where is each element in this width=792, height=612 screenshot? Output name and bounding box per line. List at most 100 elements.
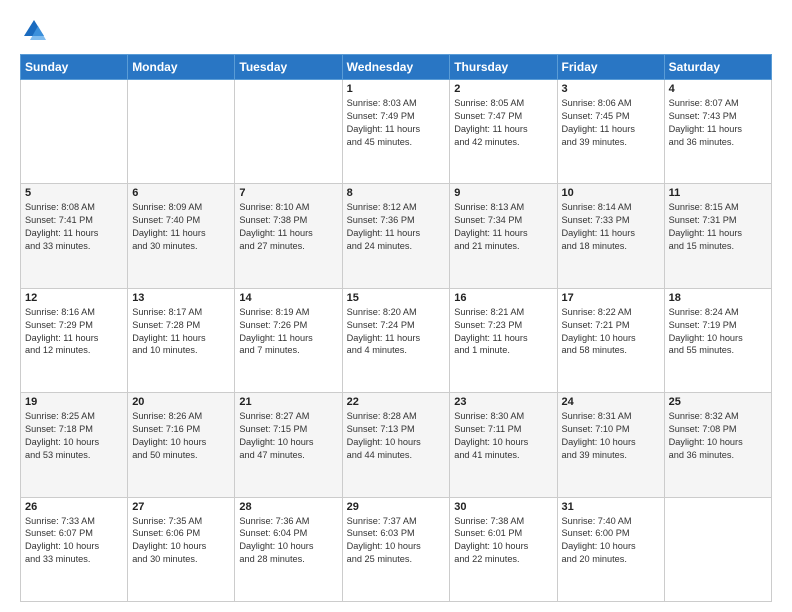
day-info: Sunrise: 8:03 AM Sunset: 7:49 PM Dayligh…: [347, 97, 446, 149]
calendar-cell: 30Sunrise: 7:38 AM Sunset: 6:01 PM Dayli…: [450, 497, 557, 601]
day-info: Sunrise: 7:40 AM Sunset: 6:00 PM Dayligh…: [562, 515, 660, 567]
day-info: Sunrise: 8:10 AM Sunset: 7:38 PM Dayligh…: [239, 201, 337, 253]
calendar-cell: 19 Sunrise: 8:25 AM Sunset: 7:18 PM Dayli…: [21, 393, 128, 497]
weekday-header-tuesday: Tuesday: [235, 55, 342, 80]
day-number: 29: [347, 501, 446, 513]
day-number: 20: [132, 396, 230, 408]
day-info: Sunrise: 8:25 AM Sunset: 7:18 PM Dayligh…: [25, 410, 123, 462]
calendar-cell: 24Sunrise: 8:31 AM Sunset: 7:10 PM Dayli…: [557, 393, 664, 497]
day-number: 5: [25, 187, 123, 199]
logo: [20, 16, 52, 44]
day-number: 23: [454, 396, 552, 408]
day-info: Sunrise: 7:37 AM Sunset: 6:03 PM Dayligh…: [347, 515, 446, 567]
day-info: Sunrise: 8:21 AM Sunset: 7:23 PM Dayligh…: [454, 306, 552, 358]
weekday-header-friday: Friday: [557, 55, 664, 80]
calendar-table: SundayMondayTuesdayWednesdayThursdayFrid…: [20, 54, 772, 602]
calendar-cell: 14 Sunrise: 8:19 AM Sunset: 7:26 PM Dayli…: [235, 288, 342, 392]
day-info: Sunrise: 8:09 AM Sunset: 7:40 PM Dayligh…: [132, 201, 230, 253]
day-info: Sunrise: 8:16 AM Sunset: 7:29 PM Dayligh…: [25, 306, 123, 358]
calendar-cell: 22 Sunrise: 8:28 AM Sunset: 7:13 PM Dayli…: [342, 393, 450, 497]
day-number: 8: [347, 187, 446, 199]
day-info: Sunrise: 8:22 AM Sunset: 7:21 PM Dayligh…: [562, 306, 660, 358]
calendar-cell: [235, 80, 342, 184]
day-number: 10: [562, 187, 660, 199]
calendar-cell: 21 Sunrise: 8:27 AM Sunset: 7:15 PM Dayli…: [235, 393, 342, 497]
calendar-cell: 28 Sunrise: 7:36 AM Sunset: 6:04 PM Dayli…: [235, 497, 342, 601]
day-number: 22: [347, 396, 446, 408]
day-info: Sunrise: 8:30 AM Sunset: 7:11 PM Dayligh…: [454, 410, 552, 462]
calendar-cell: 13 Sunrise: 8:17 AM Sunset: 7:28 PM Dayli…: [128, 288, 235, 392]
day-number: 6: [132, 187, 230, 199]
calendar-week-2: 5 Sunrise: 8:08 AM Sunset: 7:41 PM Daylig…: [21, 184, 772, 288]
day-number: 14: [239, 292, 337, 304]
weekday-header-saturday: Saturday: [664, 55, 771, 80]
calendar-cell: 15 Sunrise: 8:20 AM Sunset: 7:24 PM Dayli…: [342, 288, 450, 392]
day-number: 17: [562, 292, 660, 304]
day-number: 21: [239, 396, 337, 408]
day-info: Sunrise: 8:06 AM Sunset: 7:45 PM Dayligh…: [562, 97, 660, 149]
calendar-cell: 18Sunrise: 8:24 AM Sunset: 7:19 PM Dayli…: [664, 288, 771, 392]
calendar-cell: 1 Sunrise: 8:03 AM Sunset: 7:49 PM Daylig…: [342, 80, 450, 184]
day-info: Sunrise: 7:36 AM Sunset: 6:04 PM Dayligh…: [239, 515, 337, 567]
day-info: Sunrise: 8:05 AM Sunset: 7:47 PM Dayligh…: [454, 97, 552, 149]
day-number: 31: [562, 501, 660, 513]
calendar-cell: 23 Sunrise: 8:30 AM Sunset: 7:11 PM Dayli…: [450, 393, 557, 497]
logo-icon: [20, 16, 48, 44]
calendar-cell: 10Sunrise: 8:14 AM Sunset: 7:33 PM Dayli…: [557, 184, 664, 288]
calendar-cell: 27 Sunrise: 7:35 AM Sunset: 6:06 PM Dayli…: [128, 497, 235, 601]
day-info: Sunrise: 8:31 AM Sunset: 7:10 PM Dayligh…: [562, 410, 660, 462]
weekday-header-monday: Monday: [128, 55, 235, 80]
day-number: 26: [25, 501, 123, 513]
day-number: 11: [669, 187, 767, 199]
day-info: Sunrise: 8:32 AM Sunset: 7:08 PM Dayligh…: [669, 410, 767, 462]
calendar-cell: 26Sunrise: 7:33 AM Sunset: 6:07 PM Dayli…: [21, 497, 128, 601]
day-info: Sunrise: 8:13 AM Sunset: 7:34 PM Dayligh…: [454, 201, 552, 253]
weekday-header-sunday: Sunday: [21, 55, 128, 80]
day-info: Sunrise: 8:12 AM Sunset: 7:36 PM Dayligh…: [347, 201, 446, 253]
calendar-cell: 29 Sunrise: 7:37 AM Sunset: 6:03 PM Dayli…: [342, 497, 450, 601]
calendar-week-1: 1 Sunrise: 8:03 AM Sunset: 7:49 PM Daylig…: [21, 80, 772, 184]
day-info: Sunrise: 8:20 AM Sunset: 7:24 PM Dayligh…: [347, 306, 446, 358]
calendar-cell: 31 Sunrise: 7:40 AM Sunset: 6:00 PM Dayli…: [557, 497, 664, 601]
day-number: 7: [239, 187, 337, 199]
day-number: 16: [454, 292, 552, 304]
day-info: Sunrise: 8:28 AM Sunset: 7:13 PM Dayligh…: [347, 410, 446, 462]
day-number: 4: [669, 83, 767, 95]
day-info: Sunrise: 8:17 AM Sunset: 7:28 PM Dayligh…: [132, 306, 230, 358]
day-number: 30: [454, 501, 552, 513]
day-number: 1: [347, 83, 446, 95]
day-info: Sunrise: 8:19 AM Sunset: 7:26 PM Dayligh…: [239, 306, 337, 358]
calendar-cell: 6 Sunrise: 8:09 AM Sunset: 7:40 PM Daylig…: [128, 184, 235, 288]
day-number: 27: [132, 501, 230, 513]
day-number: 9: [454, 187, 552, 199]
day-number: 28: [239, 501, 337, 513]
calendar-cell: 4Sunrise: 8:07 AM Sunset: 7:43 PM Daylig…: [664, 80, 771, 184]
calendar-cell: [21, 80, 128, 184]
day-number: 3: [562, 83, 660, 95]
day-info: Sunrise: 8:24 AM Sunset: 7:19 PM Dayligh…: [669, 306, 767, 358]
calendar-cell: 16 Sunrise: 8:21 AM Sunset: 7:23 PM Dayli…: [450, 288, 557, 392]
day-info: Sunrise: 8:08 AM Sunset: 7:41 PM Dayligh…: [25, 201, 123, 253]
day-info: Sunrise: 7:35 AM Sunset: 6:06 PM Dayligh…: [132, 515, 230, 567]
calendar-cell: 5 Sunrise: 8:08 AM Sunset: 7:41 PM Daylig…: [21, 184, 128, 288]
page: SundayMondayTuesdayWednesdayThursdayFrid…: [0, 0, 792, 612]
calendar-cell: [128, 80, 235, 184]
calendar-cell: 17 Sunrise: 8:22 AM Sunset: 7:21 PM Dayli…: [557, 288, 664, 392]
calendar-cell: 8 Sunrise: 8:12 AM Sunset: 7:36 PM Daylig…: [342, 184, 450, 288]
day-info: Sunrise: 8:26 AM Sunset: 7:16 PM Dayligh…: [132, 410, 230, 462]
day-number: 15: [347, 292, 446, 304]
calendar-cell: 2Sunrise: 8:05 AM Sunset: 7:47 PM Daylig…: [450, 80, 557, 184]
header: [20, 16, 772, 44]
calendar-cell: 12Sunrise: 8:16 AM Sunset: 7:29 PM Dayli…: [21, 288, 128, 392]
calendar-cell: 9 Sunrise: 8:13 AM Sunset: 7:34 PM Daylig…: [450, 184, 557, 288]
calendar-week-4: 19 Sunrise: 8:25 AM Sunset: 7:18 PM Dayli…: [21, 393, 772, 497]
day-number: 13: [132, 292, 230, 304]
day-info: Sunrise: 8:27 AM Sunset: 7:15 PM Dayligh…: [239, 410, 337, 462]
calendar-week-3: 12Sunrise: 8:16 AM Sunset: 7:29 PM Dayli…: [21, 288, 772, 392]
calendar-cell: 7 Sunrise: 8:10 AM Sunset: 7:38 PM Daylig…: [235, 184, 342, 288]
weekday-header-thursday: Thursday: [450, 55, 557, 80]
weekday-header-wednesday: Wednesday: [342, 55, 450, 80]
calendar-cell: 25Sunrise: 8:32 AM Sunset: 7:08 PM Dayli…: [664, 393, 771, 497]
calendar-cell: 3 Sunrise: 8:06 AM Sunset: 7:45 PM Daylig…: [557, 80, 664, 184]
day-number: 19: [25, 396, 123, 408]
